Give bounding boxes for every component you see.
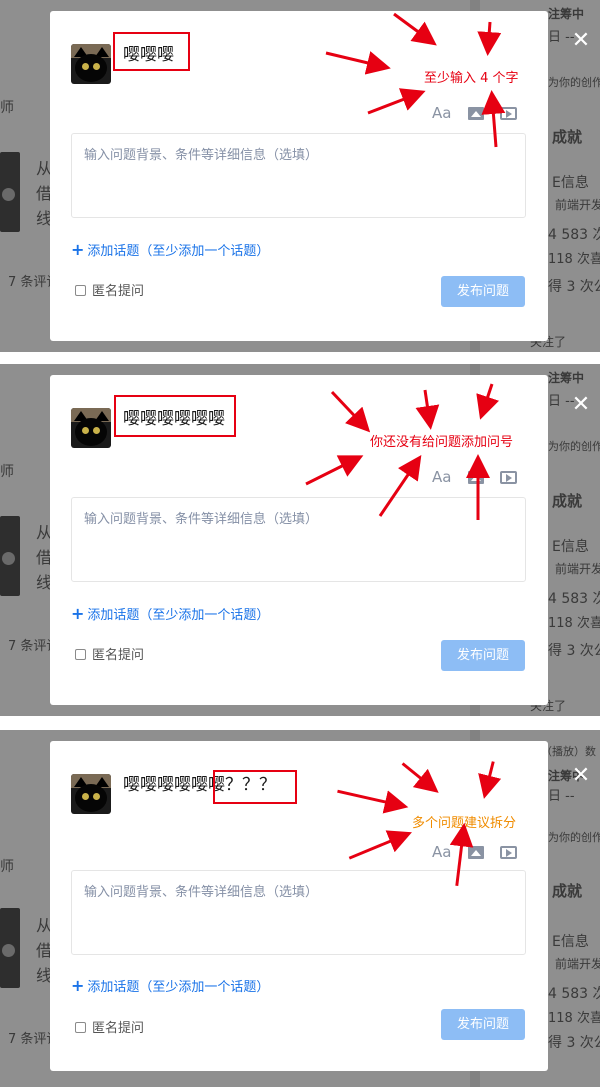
background-text: 前端开发 xyxy=(555,957,600,971)
background-text: 前端开发 xyxy=(555,198,600,212)
ask-question-modal: 嘤嘤嘤 至少输入 4 个字 Aa 输入问题背景、条件等详细信息（选填） + 添加话… xyxy=(50,11,548,341)
anonymous-label: 匿名提问 xyxy=(92,284,145,299)
avatar xyxy=(71,408,111,448)
question-detail-textarea[interactable]: 输入问题背景、条件等详细信息（选填） xyxy=(71,133,526,218)
video-icon[interactable] xyxy=(500,471,517,484)
background-text: 118 次喜 xyxy=(548,616,600,631)
close-icon[interactable]: ✕ xyxy=(570,394,592,416)
image-icon[interactable] xyxy=(468,846,484,859)
background-text: E信息 xyxy=(552,175,589,191)
anonymous-checkbox[interactable]: 匿名提问 xyxy=(75,280,144,299)
add-topic-label: 添加话题（至少添加一个话题） xyxy=(87,980,270,995)
background-text: 注筹中 xyxy=(548,7,585,21)
background-thumbnail xyxy=(0,908,20,988)
background-text: 日 -- xyxy=(548,789,575,804)
validation-warning: 多个问题建议拆分 xyxy=(412,816,517,831)
add-topic-label: 添加话题（至少添加一个话题） xyxy=(87,608,270,623)
anonymous-checkbox[interactable]: 匿名提问 xyxy=(75,1017,144,1036)
background-text: 师 xyxy=(0,100,14,116)
avatar xyxy=(71,774,111,814)
annotation-highlight-box xyxy=(113,32,190,71)
anonymous-checkbox[interactable]: 匿名提问 xyxy=(75,644,144,663)
publish-button[interactable]: 发布问题 xyxy=(441,276,525,307)
video-icon[interactable] xyxy=(500,107,517,120)
background-text: 为你的创作 xyxy=(548,76,600,89)
text-format-icon[interactable]: Aa xyxy=(432,104,451,122)
background-text: 注筹中 xyxy=(548,371,585,385)
background-text: 为你的创作 xyxy=(548,440,600,453)
close-icon[interactable]: ✕ xyxy=(570,765,592,787)
publish-button[interactable]: 发布问题 xyxy=(441,1009,525,1040)
background-text: 成就 xyxy=(552,882,583,900)
background-text: 为你的创作 xyxy=(548,831,600,844)
background-text: 得 3 次公共 xyxy=(548,1035,600,1051)
background-text: 118 次喜 xyxy=(548,1011,600,1026)
video-icon[interactable] xyxy=(500,846,517,859)
add-topic-button[interactable]: + 添加话题（至少添加一个话题） xyxy=(71,240,269,259)
validation-warning: 至少输入 4 个字 xyxy=(424,71,519,86)
annotation-highlight-box xyxy=(213,770,297,804)
close-icon[interactable]: ✕ xyxy=(570,30,592,52)
background-text: 师 xyxy=(0,464,14,480)
anonymous-label: 匿名提问 xyxy=(92,1021,145,1036)
add-topic-button[interactable]: + 添加话题（至少添加一个话题） xyxy=(71,604,269,623)
checkbox-icon xyxy=(75,649,86,660)
plus-icon: + xyxy=(71,604,85,623)
image-icon[interactable] xyxy=(468,107,484,120)
background-text: 师 xyxy=(0,859,14,875)
background-text: 4 583 次 xyxy=(548,227,600,243)
checkbox-icon xyxy=(75,285,86,296)
question-detail-textarea[interactable]: 输入问题背景、条件等详细信息（选填） xyxy=(71,870,526,955)
ask-question-modal: 嘤嘤嘤嘤嘤嘤 你还没有给问题添加问号 Aa 输入问题背景、条件等详细信息（选填）… xyxy=(50,375,548,705)
background-text: 得 3 次公共 xyxy=(548,643,600,659)
question-detail-textarea[interactable]: 输入问题背景、条件等详细信息（选填） xyxy=(71,497,526,582)
background-text: 得 3 次公共 xyxy=(548,279,600,295)
ask-question-modal: 嘤嘤嘤嘤嘤嘤？？？ 多个问题建议拆分 Aa 输入问题背景、条件等详细信息（选填）… xyxy=(50,741,548,1071)
add-topic-label: 添加话题（至少添加一个话题） xyxy=(87,244,270,259)
validation-warning: 你还没有给问题添加问号 xyxy=(370,435,514,450)
screenshot-panel-2: 师 从 借 线 7 条评论 注筹中 日 -- 为你的创作 成就 E信息 前端开发… xyxy=(0,364,600,716)
plus-icon: + xyxy=(71,240,85,259)
background-thumbnail xyxy=(0,516,20,596)
anonymous-label: 匿名提问 xyxy=(92,648,145,663)
annotation-highlight-box xyxy=(114,395,236,437)
background-text: 成就 xyxy=(552,128,583,146)
background-thumbnail xyxy=(0,152,20,232)
plus-icon: + xyxy=(71,976,85,995)
background-text: 成就 xyxy=(552,492,583,510)
screenshot-panel-3: 师 从 借 线 7 条评论 作品评论（播放）数 注筹中 日 -- 为你的创作 成… xyxy=(0,730,600,1087)
avatar xyxy=(71,44,111,84)
background-text: 4 583 次 xyxy=(548,986,600,1002)
background-text: E信息 xyxy=(552,539,589,555)
screenshot-panel-1: 师 从 借 线 7 条评论 注筹中 日 -- 为你的创作 成就 E信息 前端开发… xyxy=(0,0,600,352)
add-topic-button[interactable]: + 添加话题（至少添加一个话题） xyxy=(71,976,269,995)
text-format-icon[interactable]: Aa xyxy=(432,468,451,486)
checkbox-icon xyxy=(75,1022,86,1033)
publish-button[interactable]: 发布问题 xyxy=(441,640,525,671)
background-text: 前端开发 xyxy=(555,562,600,576)
background-text: E信息 xyxy=(552,934,589,950)
background-text: 4 583 次 xyxy=(548,591,600,607)
background-text: 118 次喜 xyxy=(548,252,600,267)
question-title-text: 嘤嘤嘤嘤嘤嘤 xyxy=(123,775,225,795)
text-format-icon[interactable]: Aa xyxy=(432,843,451,861)
image-icon[interactable] xyxy=(468,471,484,484)
